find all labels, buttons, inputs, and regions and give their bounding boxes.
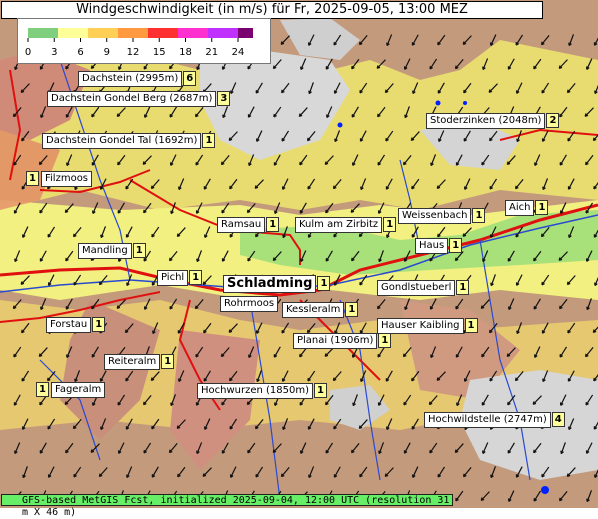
place-label-mandling[interactable]: Mandling xyxy=(78,243,132,259)
legend-swatch xyxy=(88,28,118,38)
place-label-kulm[interactable]: Kulm am Zirbitz xyxy=(295,217,383,233)
legend-swatch xyxy=(118,28,148,38)
place-label-schladming[interactable]: Schladming xyxy=(223,275,317,293)
wind-value-kesslerialm: 1 xyxy=(345,302,359,317)
wind-value-dachstein-gondel-berg: 3 xyxy=(217,91,231,106)
legend-swatch xyxy=(58,28,88,38)
wind-value-planai: 1 xyxy=(378,333,392,348)
wind-value-filzmoos: 1 xyxy=(26,171,39,186)
place-label-forstau[interactable]: Forstau xyxy=(46,317,92,333)
wind-value-haus: 1 xyxy=(449,238,463,253)
wind-value-hauser-kaibling: 1 xyxy=(464,318,478,333)
place-label-dachstein-gondel-tal[interactable]: Dachstein Gondel Tal (1692m) xyxy=(42,133,202,149)
place-label-aich[interactable]: Aich xyxy=(505,200,535,216)
place-label-haus[interactable]: Haus xyxy=(415,238,449,254)
legend: 0 3 6 9 12 15 18 21 24 xyxy=(17,18,271,64)
wind-value-schladming: 1 xyxy=(317,276,331,291)
place-label-hochwildstelle[interactable]: Hochwildstelle (2747m) xyxy=(424,412,551,428)
wind-value-aich: 1 xyxy=(535,200,549,215)
place-label-dachstein-gondel-berg[interactable]: Dachstein Gondel Berg (2687m) xyxy=(47,91,217,107)
legend-swatch xyxy=(208,28,238,38)
wind-value-kulm: 1 xyxy=(383,217,397,232)
wind-value-reiteralm: 1 xyxy=(161,354,175,369)
place-label-kesslerialm[interactable]: Kessleralm xyxy=(282,302,345,318)
map-title: Windgeschwindigkeit (in m/s) für Fr, 202… xyxy=(1,1,543,19)
place-label-rohrmoos[interactable]: Rohrmoos xyxy=(220,296,279,312)
place-label-dachstein[interactable]: Dachstein (2995m) xyxy=(78,71,183,87)
wind-value-mandling: 1 xyxy=(132,243,146,258)
place-label-gondlstueberl[interactable]: Gondlstueberl xyxy=(377,280,456,296)
wind-value-fageralm: 1 xyxy=(36,382,49,397)
legend-swatch xyxy=(178,28,208,38)
place-label-hochwurzen[interactable]: Hochwurzen (1850m) xyxy=(197,383,314,399)
legend-colorbar: 0 3 6 9 12 15 18 21 24 xyxy=(25,28,253,58)
wind-value-dachstein: 6 xyxy=(183,71,197,86)
place-label-weissenbach[interactable]: Weissenbach xyxy=(398,208,472,224)
place-label-hauser-kaibling[interactable]: Hauser Kaibling xyxy=(377,318,464,334)
legend-tick-label: 24 xyxy=(232,47,245,58)
legend-tick-label: 9 xyxy=(104,47,110,58)
wind-value-forstau: 1 xyxy=(92,317,106,332)
place-label-reiteralm[interactable]: Reiteralm xyxy=(104,354,161,370)
wind-value-weissenbach: 1 xyxy=(472,208,486,223)
legend-tick-label: 18 xyxy=(179,47,192,58)
wind-value-gondlstueberl: 1 xyxy=(456,280,470,295)
place-label-filzmoos[interactable]: Filzmoos xyxy=(41,171,93,187)
legend-tick-label: 21 xyxy=(205,47,218,58)
wind-value-ramsau: 1 xyxy=(266,217,280,232)
legend-tick-label: 6 xyxy=(77,47,83,58)
wind-value-hochwildstelle: 4 xyxy=(551,412,565,427)
legend-swatch xyxy=(28,28,58,38)
wind-value-pichl: 1 xyxy=(189,270,203,285)
legend-tick-label: 12 xyxy=(127,47,140,58)
legend-swatch xyxy=(148,28,178,38)
wind-value-hochwurzen: 1 xyxy=(314,383,328,398)
wind-value-dachstein-gondel-tal: 1 xyxy=(202,133,216,148)
legend-tick-label: 3 xyxy=(51,47,57,58)
legend-tick-label: 0 xyxy=(25,47,31,58)
place-label-planai[interactable]: Planai (1906m) xyxy=(293,333,378,349)
place-label-ramsau[interactable]: Ramsau xyxy=(217,217,266,233)
place-label-stoderzinken[interactable]: Stoderzinken (2048m) xyxy=(426,113,546,129)
legend-tick-label: 15 xyxy=(153,47,166,58)
forecast-footer: GFS-based MetGIS Fcst, initialized 2025-… xyxy=(1,494,453,518)
legend-swatch xyxy=(238,28,253,38)
place-label-fageralm[interactable]: Fageralm xyxy=(51,382,106,398)
wind-value-stoderzinken: 2 xyxy=(546,113,560,128)
place-label-pichl[interactable]: Pichl xyxy=(157,270,189,286)
